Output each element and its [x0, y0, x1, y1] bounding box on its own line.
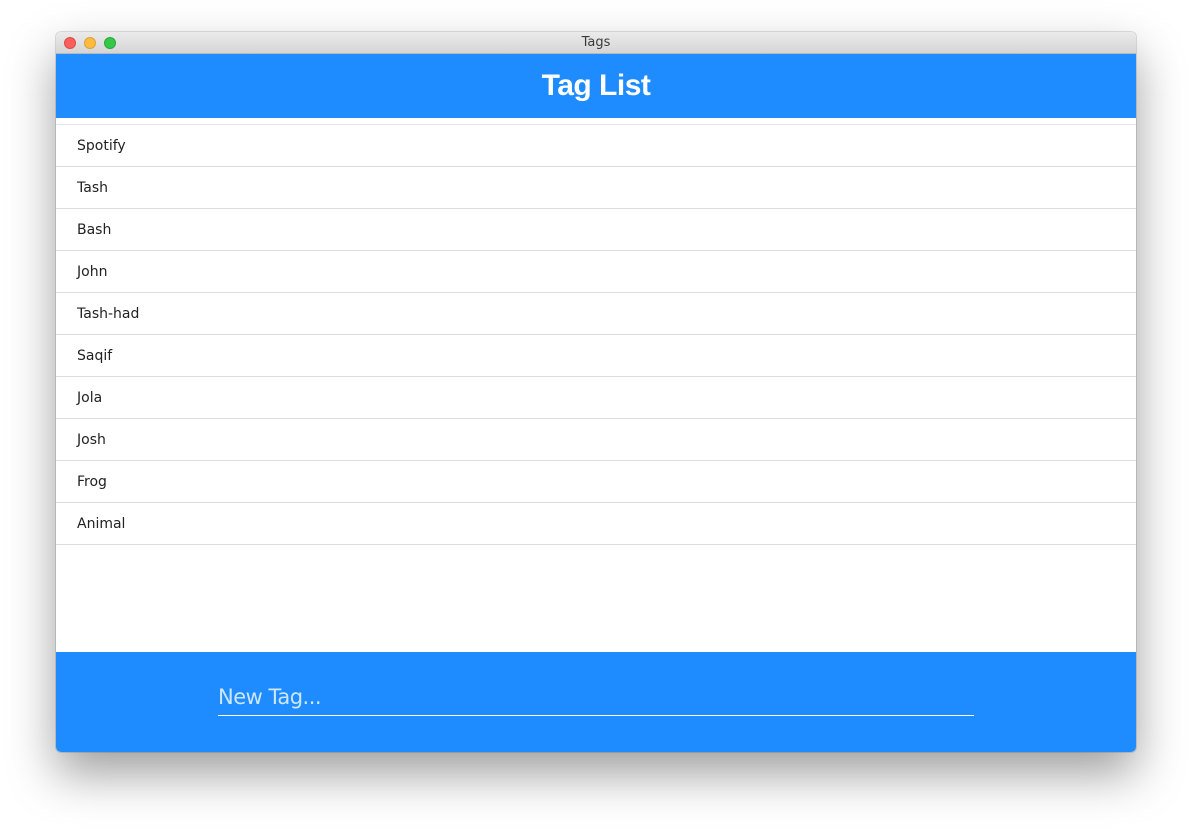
header-bar: Tag List [56, 54, 1136, 118]
list-item[interactable]: Saqif [56, 335, 1136, 377]
list-item[interactable]: Jola [56, 377, 1136, 419]
list-item[interactable]: Tash [56, 167, 1136, 209]
tag-list: Spotify Tash Bash John Tash-had Saqif Jo… [56, 125, 1136, 545]
new-tag-input[interactable] [218, 678, 974, 716]
footer-bar [56, 652, 1136, 752]
list-item[interactable]: Tash-had [56, 293, 1136, 335]
list-item[interactable]: John [56, 251, 1136, 293]
list-item[interactable]: Animal [56, 503, 1136, 545]
title-bar[interactable]: Tags [56, 32, 1136, 54]
list-item[interactable]: Josh [56, 419, 1136, 461]
list-item[interactable]: Frog [56, 461, 1136, 503]
list-item[interactable]: Bash [56, 209, 1136, 251]
list-item[interactable]: Spotify [56, 125, 1136, 167]
window-title: Tags [581, 35, 611, 50]
app-window: Tags Tag List Spotify Tash Bash John Tas… [56, 32, 1136, 752]
list-top-divider [56, 118, 1136, 125]
page-title: Tag List [541, 69, 651, 102]
